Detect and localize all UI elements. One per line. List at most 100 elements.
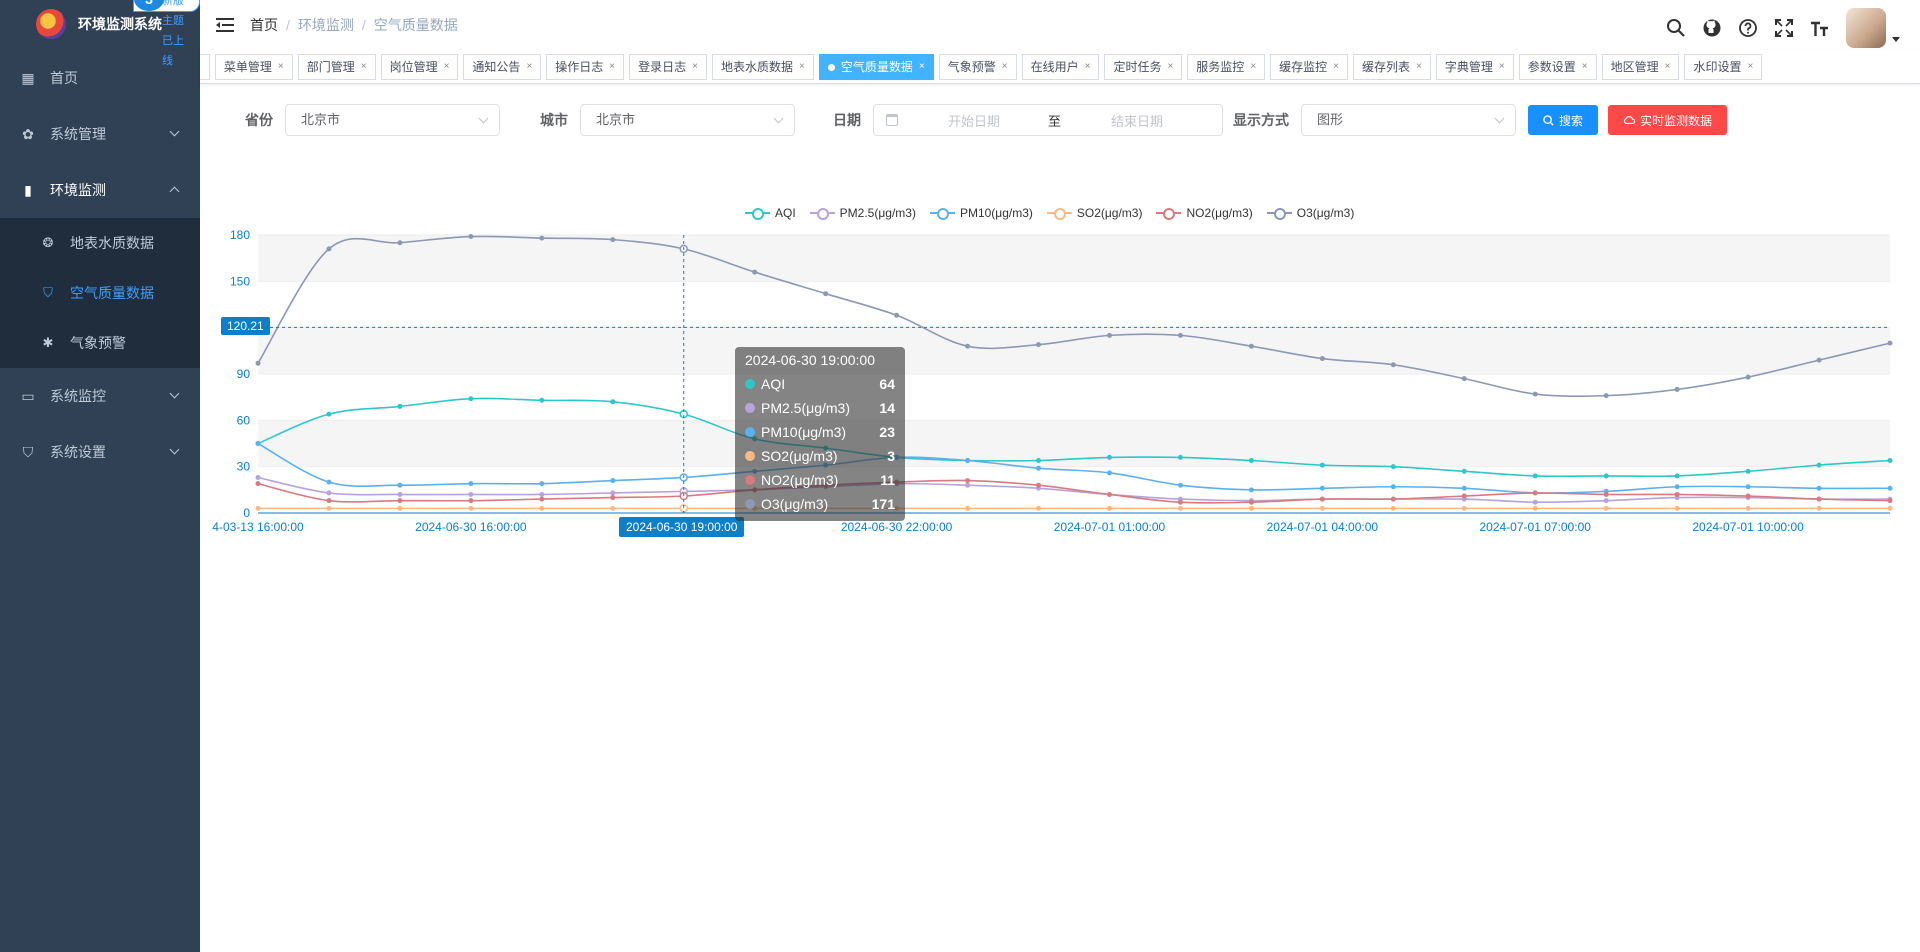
sidebar-item-home[interactable]: ▦ 首页 (0, 50, 200, 106)
sidebar-item-weather-warning[interactable]: ✱ 气象预警 (0, 318, 200, 368)
close-icon[interactable]: × (1582, 55, 1588, 79)
sidebar-item-label: 空气质量数据 (70, 285, 154, 301)
promo-badge[interactable]: 3 新版主题已上线 (133, 0, 200, 67)
close-icon[interactable]: × (1167, 55, 1173, 79)
x-tick-label: 2024-07-01 04:00:00 (1267, 520, 1379, 534)
search-icon[interactable] (1666, 18, 1686, 38)
data-point (255, 441, 261, 446)
fullscreen-icon[interactable] (1774, 18, 1794, 38)
tag-label: 缓存列表 (1362, 60, 1411, 74)
sidebar-item-env-monitoring[interactable]: ▮ 环境监测 (0, 162, 200, 218)
data-point (1745, 468, 1751, 474)
close-icon[interactable]: × (1333, 55, 1339, 79)
search-button[interactable]: 搜索 (1528, 105, 1599, 135)
tag-item[interactable]: 操作日志 × (546, 54, 625, 80)
tag-item[interactable]: 岗位管理 × (380, 54, 459, 80)
close-icon[interactable]: × (609, 55, 615, 79)
close-icon[interactable]: × (1665, 55, 1671, 79)
hamburger-icon[interactable] (216, 17, 234, 33)
tag-item[interactable]: 登录日志 × (629, 54, 707, 80)
close-icon[interactable]: × (1085, 55, 1091, 79)
close-icon[interactable]: × (361, 55, 367, 79)
legend-item[interactable]: PM10(μg/m3) (929, 206, 1033, 220)
date-range-picker[interactable]: 开始日期 至 结束日期 (873, 104, 1223, 136)
sidebar-item-system-monitor[interactable]: ▭ 系统监控 (0, 368, 200, 424)
legend-item[interactable]: AQI (745, 206, 796, 220)
data-point (1532, 490, 1538, 496)
tag-item[interactable]: 地区管理 × (1601, 54, 1680, 80)
shield-check-icon: ⛉ (43, 285, 53, 300)
close-icon[interactable]: × (526, 55, 532, 79)
avatar[interactable] (1846, 8, 1886, 48)
tag-label: 在线用户 (1030, 60, 1079, 74)
close-icon[interactable]: × (1499, 55, 1505, 79)
tag-item[interactable]: 地表水质数据 × (712, 54, 814, 80)
sidebar-item-air-quality[interactable]: ⛉ 空气质量数据 (0, 268, 200, 318)
tooltip-series-value: 171 (871, 496, 895, 512)
legend-label: O3(μg/m3) (1296, 206, 1355, 220)
end-date-input[interactable]: 结束日期 (1111, 111, 1163, 130)
sidebar-item-water-quality[interactable]: ❂ 地表水质数据 (0, 218, 200, 268)
tag-item[interactable]: 气象预警 × (938, 54, 1017, 80)
github-icon[interactable] (1702, 18, 1722, 38)
realtime-data-button[interactable]: 实时监测数据 (1608, 105, 1728, 135)
legend-item[interactable]: O3(μg/m3) (1266, 206, 1355, 220)
legend-item[interactable]: PM2.5(μg/m3) (809, 206, 916, 220)
tag-item[interactable]: 水印设置 × (1684, 54, 1763, 80)
tag-label: 登录日志 (638, 60, 687, 74)
close-icon[interactable]: × (278, 55, 284, 79)
close-icon[interactable]: × (1002, 55, 1008, 79)
tag-item[interactable]: 字典管理 × (1435, 54, 1514, 80)
legend-symbol-icon (1156, 206, 1182, 220)
sidebar-item-system-settings[interactable]: ⛉ 系统设置 (0, 424, 200, 480)
close-icon[interactable]: × (444, 55, 450, 79)
tooltip-series-value: 3 (887, 448, 895, 464)
sidebar-item-system-management[interactable]: ✿ 系统管理 (0, 106, 200, 162)
tag-item[interactable]: 定时任务 × (1104, 54, 1183, 80)
breadcrumb-home[interactable]: 首页 (250, 15, 278, 35)
caret-down-icon[interactable] (1892, 36, 1900, 42)
close-icon[interactable]: × (919, 55, 925, 79)
chevron-up-icon (169, 186, 180, 197)
data-point (1177, 454, 1183, 460)
breadcrumb-separator: / (286, 17, 290, 33)
tag-item[interactable]: 缓存列表 × (1353, 54, 1431, 80)
font-size-icon[interactable] (1810, 18, 1830, 38)
data-point (255, 441, 261, 446)
close-icon[interactable]: × (1747, 55, 1753, 79)
province-select[interactable]: 北京市 (285, 104, 500, 136)
data-point (326, 411, 332, 417)
tag-item[interactable]: 参数设置 × (1518, 54, 1597, 80)
data-point (468, 396, 474, 402)
tag-item[interactable]: 在线用户 × (1021, 54, 1100, 80)
display-mode-select[interactable]: 图形 (1301, 104, 1516, 136)
legend-item[interactable]: NO2(μg/m3) (1156, 206, 1253, 220)
y-tick-label: 180 (230, 228, 250, 242)
legend-item[interactable]: SO2(μg/m3) (1046, 206, 1142, 220)
tag-item[interactable]: 空气质量数据 × (818, 54, 934, 80)
tag-item[interactable]: 缓存监控 × (1270, 54, 1349, 80)
data-point (1887, 496, 1893, 502)
city-select[interactable]: 北京市 (580, 104, 795, 136)
help-icon[interactable] (1738, 18, 1758, 38)
shield-icon: ⛉ (22, 444, 34, 460)
data-point (1603, 491, 1609, 497)
tag-item[interactable]: 部门管理 × (297, 54, 376, 80)
tag-overflow[interactable]: × (200, 54, 210, 80)
x-tick-label: 2024-06-30 16:00:00 (415, 520, 527, 534)
close-icon[interactable]: × (692, 55, 698, 79)
tag-item[interactable]: 菜单管理 × (214, 54, 293, 80)
tag-item[interactable]: 通知公告 × (463, 54, 542, 80)
logo-icon (36, 9, 66, 39)
tag-item[interactable]: 服务监控 × (1187, 54, 1266, 80)
start-date-input[interactable]: 开始日期 (948, 111, 1028, 130)
close-icon[interactable]: × (1250, 55, 1256, 79)
tag-label: 操作日志 (555, 60, 604, 74)
navbar: 首页 / 环境监测 / 空气质量数据 (200, 0, 1920, 50)
close-icon[interactable]: × (1416, 55, 1422, 79)
data-point (1745, 495, 1751, 501)
data-point (1674, 491, 1680, 497)
close-icon[interactable]: × (799, 55, 805, 79)
tooltip-series-value: 11 (880, 472, 895, 488)
close-icon[interactable]: × (200, 55, 201, 79)
